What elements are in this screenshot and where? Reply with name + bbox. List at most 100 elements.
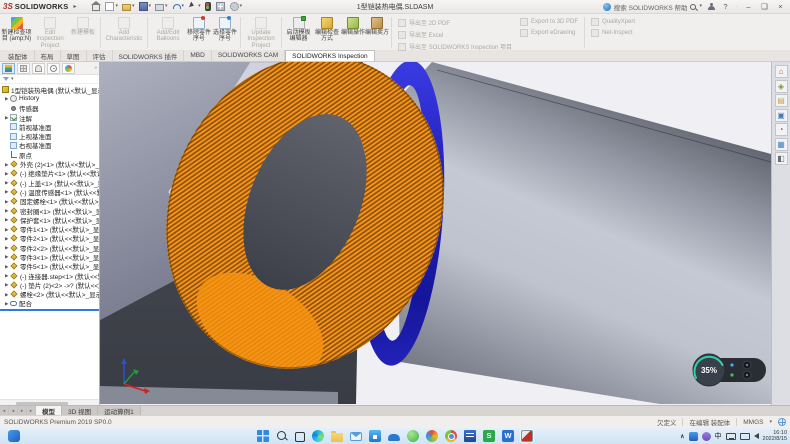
units-selector[interactable]: MMGS [743,419,763,426]
taskbar-clock[interactable]: 16:10 2022/8/15 [763,430,787,442]
widgets-icon[interactable] [8,430,20,442]
expand-arrow-icon[interactable]: ▶ [5,199,10,204]
taskbar-app-icon[interactable] [369,430,381,442]
ribbon-tab[interactable]: SOLIDWORKS CAM [212,50,285,61]
tree-item[interactable]: ▶ 外壳 (2)<1> (默认<<默认>_显示状 [0,159,99,168]
task-pane-icon[interactable]: ◈ [775,80,788,93]
taskbar-slot[interactable] [311,429,325,443]
export-button[interactable]: QualityXpert [591,18,635,26]
filter-caret-icon[interactable]: ▾ [11,77,14,82]
help-search[interactable]: 搜索 SOLIDWORKS 帮助 ▾ [603,2,702,12]
task-pane-icon[interactable]: ◔ [775,123,788,136]
tab-feature-tree[interactable] [2,63,15,74]
task-pane-icon[interactable]: ▣ [775,109,788,122]
taskbar-app-icon[interactable] [426,430,438,442]
qat-button[interactable] [92,3,101,11]
tree-item[interactable]: ▶ (-) 垫片 (2)<2> ->? (默认<<默认> [0,280,99,289]
taskbar-app-icon[interactable] [407,430,419,442]
scrollbar-thumb[interactable] [16,402,68,405]
ribbon-button[interactable]: 启动模板编辑器 [284,15,313,50]
export-button[interactable]: Export eDrawing [520,29,578,37]
tree-root-item[interactable]: 1型铠装热电偶 (默认<默认_显示状态-1 [0,85,99,94]
expand-arrow-icon[interactable]: ▶ [5,264,10,269]
search-placeholder[interactable]: 搜索 SOLIDWORKS 帮助 [614,2,688,12]
qat-button[interactable]: ▾ [230,2,243,11]
document-tab[interactable]: 模型 [36,406,62,415]
tab-configurations[interactable] [32,63,45,74]
tab-overflow-icon[interactable]: » [94,65,97,71]
ribbon-tab[interactable]: SOLIDWORKS 插件 [113,50,185,61]
taskbar-slot[interactable] [406,429,420,443]
volume-icon[interactable] [754,433,759,439]
task-pane-icon[interactable]: ◧ [775,152,788,165]
taskbar-slot[interactable] [368,429,382,443]
taskbar-app-icon[interactable] [350,432,362,441]
taskbar-slot[interactable] [275,429,289,443]
task-pane-icon[interactable]: ▦ [775,138,788,151]
hidden-icons-chevron[interactable]: ∧ [680,433,684,440]
taskbar-app-icon[interactable] [445,430,457,442]
tree-item[interactable]: ▶ 保护套<1> (默认<<默认>_显示状 [0,215,99,224]
tab-display-manager[interactable] [62,63,75,74]
tree-item[interactable]: ▶ History [0,94,99,103]
document-tab[interactable]: 3D 视图 [62,406,98,415]
taskbar-slot[interactable]: W [501,429,515,443]
tab-scroll-button[interactable]: ◂ [0,406,9,415]
ribbon-tab[interactable]: 布局 [35,50,61,61]
tree-item[interactable]: ▶ 注解 [0,113,99,122]
taskbar-slot[interactable] [294,430,306,443]
qat-button[interactable]: ▾ [155,2,168,11]
expand-arrow-icon[interactable]: ▶ [5,254,10,259]
expand-arrow-icon[interactable]: ▶ [5,236,10,241]
ribbon-button[interactable]: 新建模板 [68,15,98,50]
tab-property-manager[interactable] [17,63,30,74]
qat-button[interactable]: ▾ [172,2,185,11]
ribbon-button[interactable]: 编辑卖方 [365,15,389,50]
security-tray-icon[interactable] [702,432,711,441]
tab-scroll-button[interactable]: ▸ [18,406,27,415]
ribbon-tab[interactable]: MBD [184,50,211,61]
tree-filter-bar[interactable]: ▾ [0,75,99,84]
taskbar-app-icon[interactable] [331,433,343,442]
qat-caret-icon[interactable]: ▾ [240,4,243,9]
ribbon-button[interactable]: 选择零件序号 [212,15,238,50]
search-caret-icon[interactable]: ▾ [699,4,702,9]
tab-scroll-button[interactable]: ▸ [27,406,36,415]
tree-item[interactable]: ▶ 零件3<1> (默认<<默认>_显示状态 [0,252,99,261]
tree-item[interactable]: ▶ 右视基准面 [0,141,99,150]
task-pane-icon[interactable]: ▤ [775,94,788,107]
taskbar-app-icon[interactable] [521,430,533,442]
taskbar-slot[interactable] [520,429,534,443]
tree-item[interactable]: ▶ 零件2<2> (默认<<默认>_显示状态 [0,243,99,252]
help-button[interactable]: ? [720,0,731,13]
qat-button[interactable]: ▾ [105,2,118,11]
ribbon-button[interactable]: 移除零件序号 [186,15,212,50]
tab-scroll-button[interactable]: ◂ [9,406,18,415]
tree-item[interactable]: ▶ 配合 [0,299,99,308]
ribbon-tab[interactable]: 草图 [61,50,87,61]
qat-caret-icon[interactable]: ▾ [182,4,185,9]
model-graphics[interactable]: 35% [100,62,771,405]
export-button[interactable]: 导出至 Excel [398,30,512,39]
taskbar-app-icon[interactable]: S [483,430,495,442]
ribbon-tab[interactable]: 评估 [87,50,113,61]
tree-item[interactable]: ▶ 上视基准面 [0,131,99,140]
tree-item[interactable]: ▶ (-) 上盖<1> (默认<<默认>_显示状 [0,178,99,187]
export-button[interactable]: Export to 3D PDF [520,18,578,26]
tree-item[interactable]: ▶ 前视基准面 [0,122,99,131]
qat-caret-icon[interactable]: ▾ [132,4,135,9]
tree-item[interactable]: ▶ 固定螺栓<1> (默认<<默认>_显示 [0,197,99,206]
expand-arrow-icon[interactable]: ▶ [5,292,10,297]
qat-button[interactable]: ▾ [188,2,201,11]
taskbar-slot[interactable] [387,430,401,442]
cast-icon[interactable] [740,433,750,440]
zoom-indicator[interactable]: 35% [693,354,766,386]
taskbar-app-icon[interactable]: W [502,430,514,442]
close-button[interactable]: × [775,0,786,13]
taskbar-slot[interactable] [425,429,439,443]
qat-button[interactable]: ▾ [139,2,152,11]
taskbar-slot[interactable] [330,430,344,443]
login-user-icon[interactable] [707,3,715,11]
qat-button[interactable] [205,2,212,11]
expand-arrow-icon[interactable]: ▶ [5,189,10,194]
